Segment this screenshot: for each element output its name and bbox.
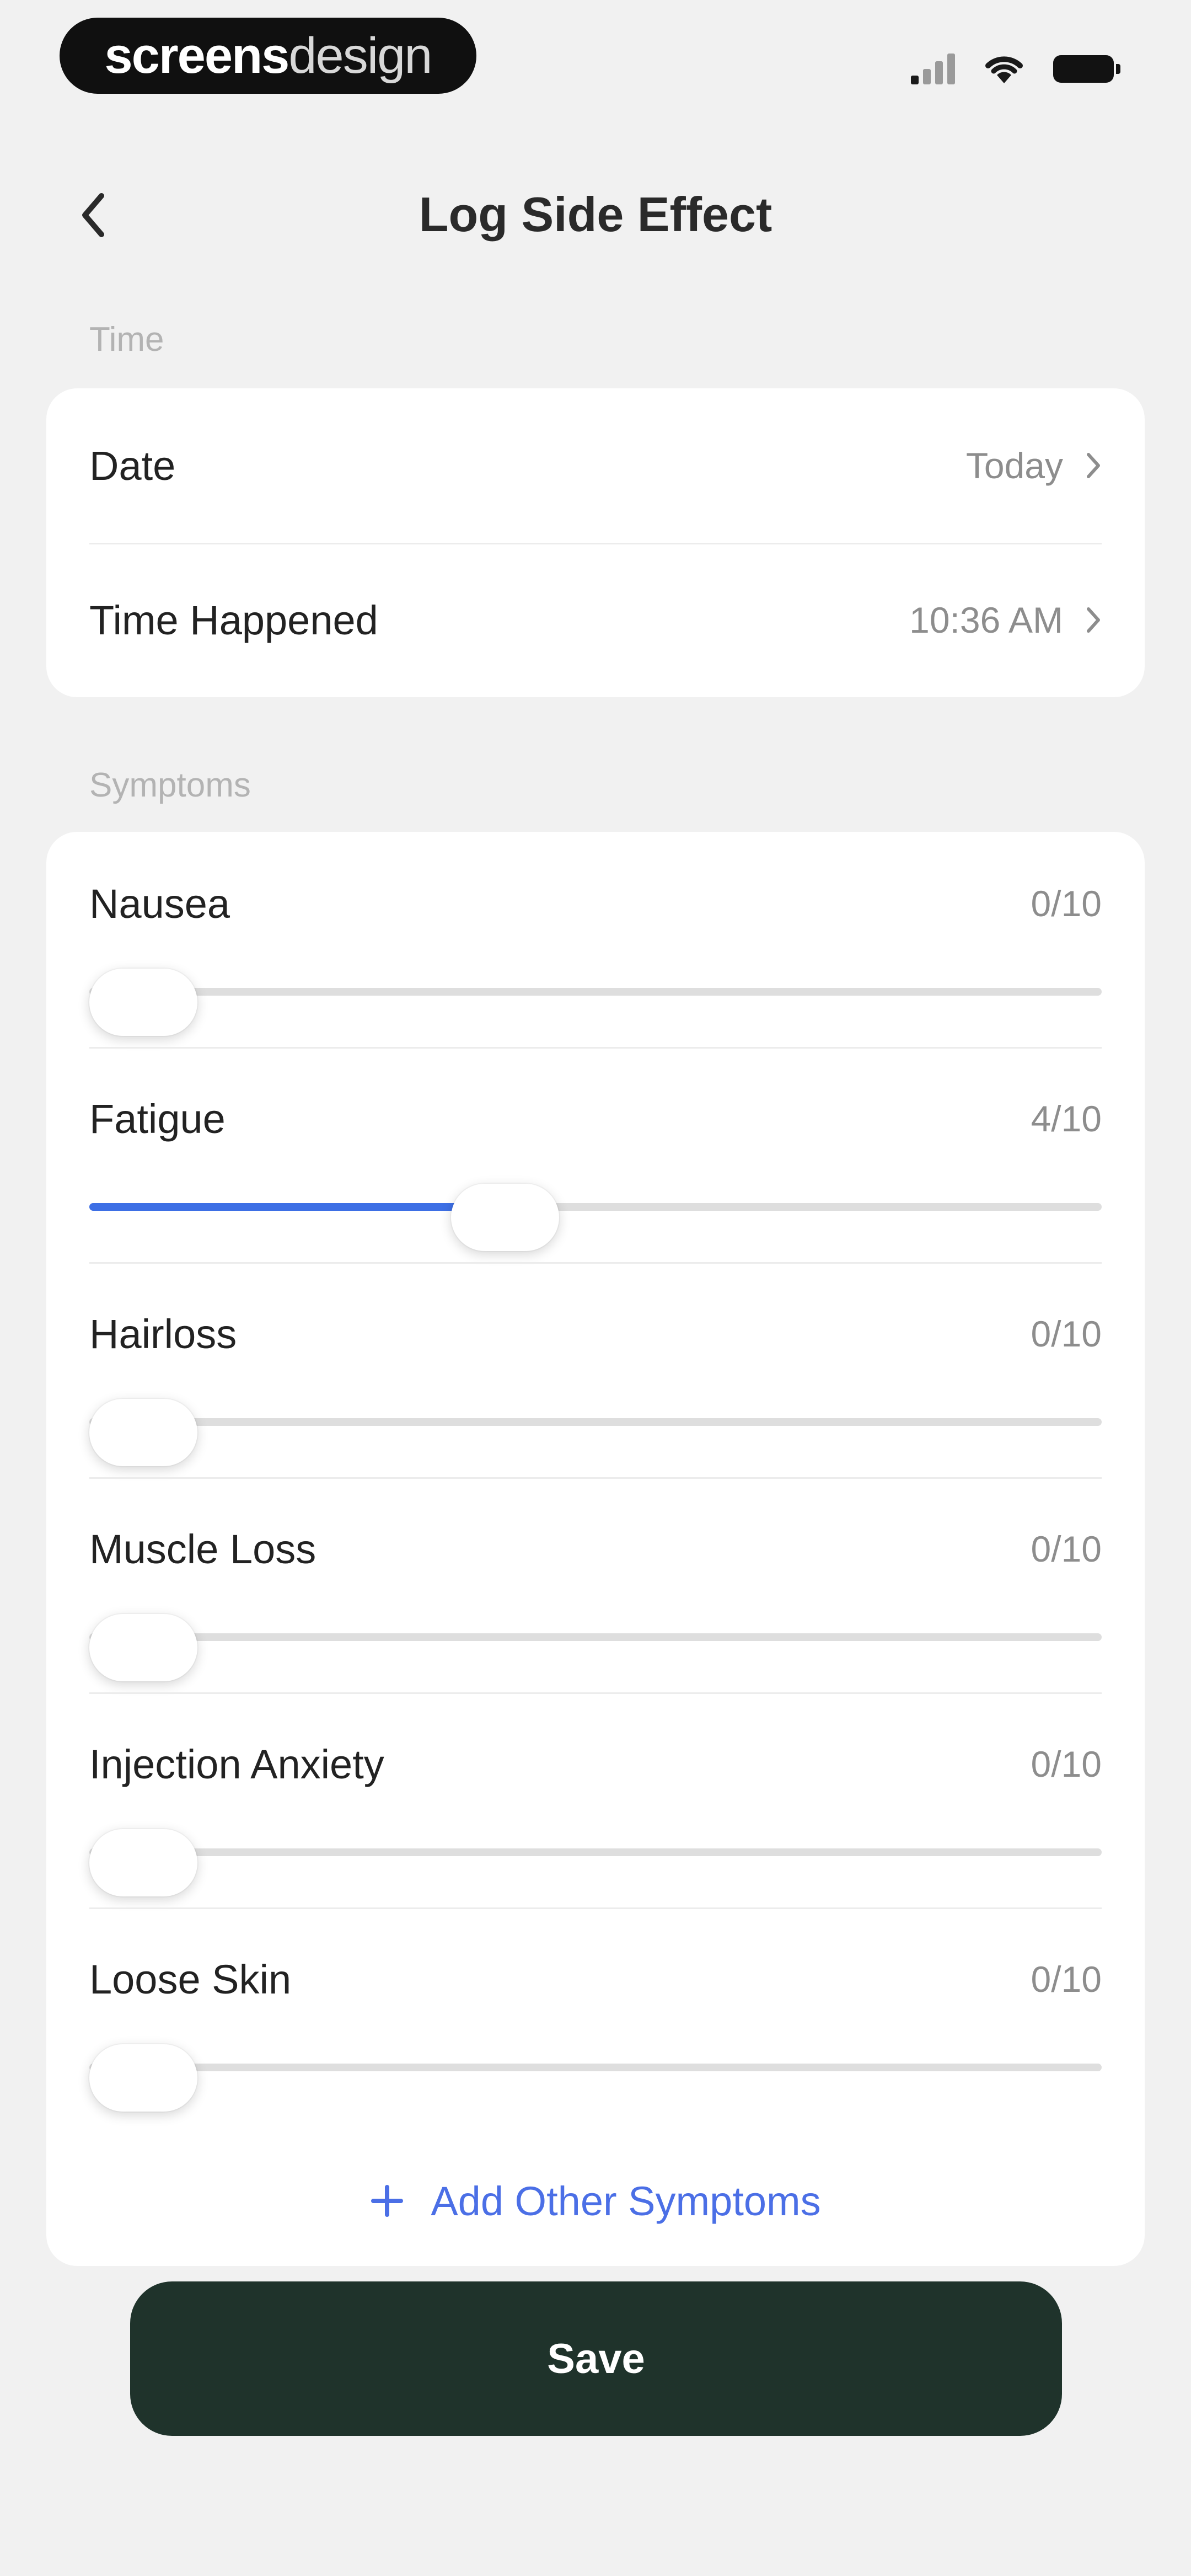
symptom-name: Hairloss xyxy=(89,1311,237,1357)
date-row[interactable]: Date Today xyxy=(89,388,1102,543)
symptom-score: 0/10 xyxy=(1031,1313,1102,1354)
slider-thumb[interactable] xyxy=(89,2044,197,2112)
fatigue-slider[interactable] xyxy=(89,1184,1102,1251)
symptom-injection-anxiety: Injection Anxiety 0/10 xyxy=(89,1692,1102,1907)
chevron-right-icon xyxy=(1087,453,1100,478)
symptom-name: Fatigue xyxy=(89,1096,226,1142)
status-icons xyxy=(911,44,1120,94)
slider-thumb[interactable] xyxy=(451,1184,559,1251)
slider-thumb[interactable] xyxy=(89,1399,197,1466)
battery-icon xyxy=(1053,55,1120,83)
symptom-hairloss: Hairloss 0/10 xyxy=(89,1262,1102,1477)
brand-logo: screens design xyxy=(60,18,476,94)
brand-logo-text-light: design xyxy=(288,27,432,84)
wifi-icon xyxy=(985,56,1023,83)
symptom-name: Injection Anxiety xyxy=(89,1741,384,1787)
symptom-muscle-loss: Muscle Loss 0/10 xyxy=(89,1477,1102,1692)
time-happened-value: 10:36 AM xyxy=(909,600,1063,640)
muscle-loss-slider[interactable] xyxy=(89,1614,1102,1681)
loose-skin-slider[interactable] xyxy=(89,2044,1102,2112)
add-other-symptoms-button[interactable]: Add Other Symptoms xyxy=(46,2162,1145,2240)
nav-header: Log Side Effect xyxy=(0,165,1191,265)
symptoms-card: Nausea 0/10 Fatigue 4/10 Hairloss 0/10 M… xyxy=(46,832,1145,2266)
add-other-symptoms-label: Add Other Symptoms xyxy=(431,2178,821,2224)
section-label-time: Time xyxy=(89,320,164,359)
slider-thumb[interactable] xyxy=(89,1829,197,1896)
symptom-nausea: Nausea 0/10 xyxy=(89,832,1102,1047)
date-value: Today xyxy=(965,445,1063,486)
time-happened-label: Time Happened xyxy=(89,597,378,643)
symptom-loose-skin: Loose Skin 0/10 xyxy=(89,1907,1102,2123)
cellular-signal-icon xyxy=(911,54,955,84)
time-card: Date Today Time Happened 10:36 AM xyxy=(46,388,1145,697)
hairloss-slider[interactable] xyxy=(89,1399,1102,1466)
save-button[interactable]: Save xyxy=(130,2281,1062,2436)
log-side-effect-screen: screens design Log Side Effect Time Date … xyxy=(0,0,1191,2576)
symptom-fatigue: Fatigue 4/10 xyxy=(89,1047,1102,1262)
slider-track xyxy=(89,1848,1102,1856)
slider-track xyxy=(89,2064,1102,2071)
status-bar: screens design xyxy=(0,0,1191,127)
time-happened-row[interactable]: Time Happened 10:36 AM xyxy=(89,543,1102,697)
symptom-name: Muscle Loss xyxy=(89,1526,316,1572)
brand-logo-text-bold: screens xyxy=(104,27,290,84)
slider-track xyxy=(89,1633,1102,1641)
slider-thumb[interactable] xyxy=(89,1614,197,1681)
symptom-score: 0/10 xyxy=(1031,1959,1102,2000)
symptom-score: 0/10 xyxy=(1031,883,1102,924)
chevron-right-icon xyxy=(1087,607,1100,633)
page-title: Log Side Effect xyxy=(419,187,772,242)
slider-track xyxy=(89,988,1102,996)
symptom-score: 4/10 xyxy=(1031,1098,1102,1139)
plus-icon xyxy=(371,2185,404,2217)
section-label-symptoms: Symptoms xyxy=(89,766,251,804)
injection-anxiety-slider[interactable] xyxy=(89,1829,1102,1896)
symptom-name: Nausea xyxy=(89,881,230,927)
symptom-score: 0/10 xyxy=(1031,1529,1102,1569)
symptom-score: 0/10 xyxy=(1031,1744,1102,1784)
date-label: Date xyxy=(89,442,176,489)
symptom-name: Loose Skin xyxy=(89,1957,292,2002)
slider-track xyxy=(89,1418,1102,1426)
slider-thumb[interactable] xyxy=(89,969,197,1036)
nausea-slider[interactable] xyxy=(89,969,1102,1036)
slider-fill xyxy=(89,1203,505,1211)
